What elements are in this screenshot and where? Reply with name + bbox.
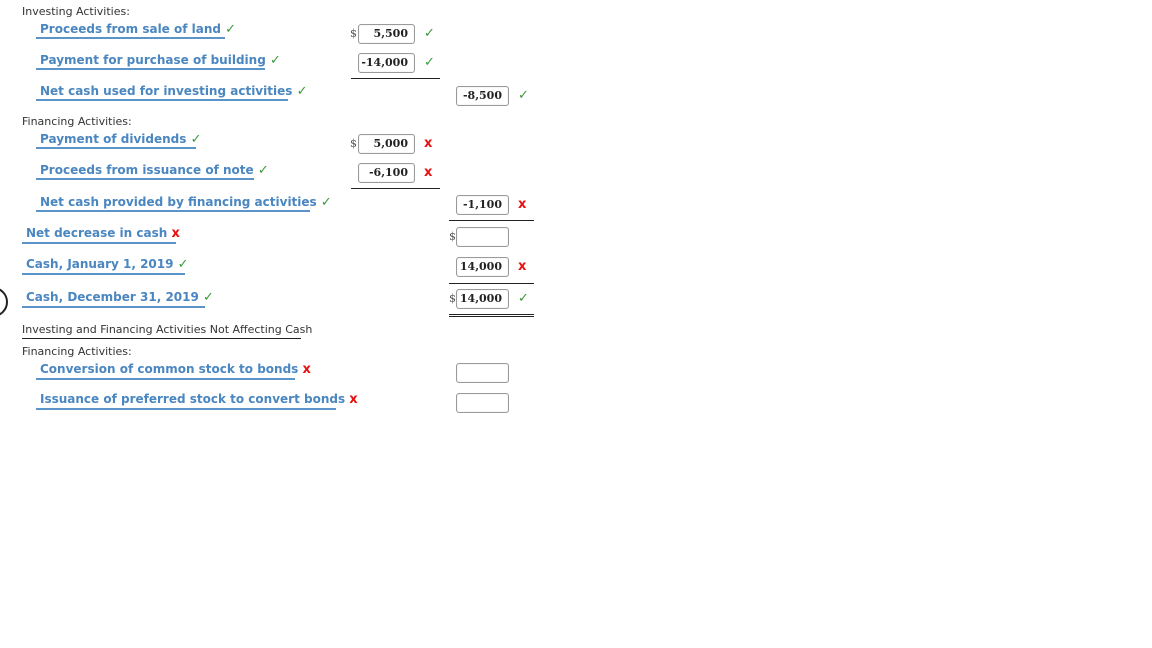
label-net-investing[interactable]: Net cash used for investing activities ✓ — [40, 84, 307, 99]
label-underline — [36, 210, 310, 212]
financing-header: Financing Activities: — [22, 115, 132, 128]
label-net-decrease[interactable]: Net decrease in cash x — [26, 226, 180, 241]
noncash-financing-header: Financing Activities: — [22, 345, 132, 358]
label-underline — [22, 306, 205, 308]
label-land[interactable]: Proceeds from sale of land ✓ — [40, 22, 236, 37]
label-underline — [36, 68, 265, 70]
label-underline — [22, 273, 185, 275]
note-value-input[interactable] — [358, 163, 415, 183]
check-icon: ✓ — [203, 290, 214, 305]
label-underline — [36, 147, 196, 149]
check-icon: ✓ — [296, 84, 308, 99]
x-icon: x — [349, 392, 358, 407]
x-icon: x — [302, 362, 311, 377]
subtotal-rule — [449, 220, 534, 221]
double-rule-bottom — [449, 316, 534, 317]
label-underline — [36, 408, 336, 410]
partial-circle-icon — [0, 287, 8, 317]
dollar-sign: $ — [350, 137, 357, 150]
x-icon: x — [424, 165, 433, 180]
dollar-sign: $ — [350, 27, 357, 40]
check-icon: ✓ — [225, 22, 237, 37]
check-icon: ✓ — [269, 53, 281, 68]
label-note[interactable]: Proceeds from issuance of note ✓ — [40, 163, 269, 178]
net-financing-value-input[interactable] — [456, 195, 509, 215]
label-cash-dec[interactable]: Cash, December 31, 2019 ✓ — [26, 290, 214, 305]
label-preferred[interactable]: Issuance of preferred stock to convert b… — [40, 392, 358, 407]
noncash-header: Investing and Financing Activities Not A… — [22, 323, 313, 336]
label-underline — [36, 99, 288, 101]
check-icon: ✓ — [257, 163, 269, 178]
dividends-value-input[interactable] — [358, 134, 415, 154]
noncash-header-rule — [22, 338, 301, 339]
cash-jan-value-input[interactable] — [456, 257, 509, 277]
label-underline — [36, 378, 295, 380]
subtotal-rule — [351, 188, 440, 189]
label-dividends[interactable]: Payment of dividends ✓ — [40, 132, 202, 147]
preferred-value-input[interactable] — [456, 393, 509, 413]
check-icon: ✓ — [518, 291, 529, 306]
label-underline — [36, 37, 225, 39]
check-icon: ✓ — [320, 195, 332, 210]
dollar-sign: $ — [449, 292, 456, 305]
conversion-value-input[interactable] — [456, 363, 509, 383]
subtotal-rule — [351, 78, 440, 79]
building-value-input[interactable] — [358, 53, 415, 73]
check-icon: ✓ — [518, 88, 529, 103]
label-conversion[interactable]: Conversion of common stock to bonds x — [40, 362, 311, 377]
check-icon: ✓ — [177, 257, 189, 272]
net-investing-value-input[interactable] — [456, 86, 509, 106]
subtotal-rule — [449, 283, 534, 284]
cash-dec-value-input[interactable] — [456, 289, 509, 309]
x-icon: x — [518, 259, 527, 274]
net-decrease-value-input[interactable] — [456, 227, 509, 247]
label-underline — [36, 178, 254, 180]
x-icon: x — [518, 197, 527, 212]
dollar-sign: $ — [449, 230, 456, 243]
check-icon: ✓ — [424, 26, 435, 41]
double-rule-top — [449, 314, 534, 315]
label-building[interactable]: Payment for purchase of building ✓ — [40, 53, 281, 68]
check-icon: ✓ — [190, 132, 202, 147]
land-value-input[interactable] — [358, 24, 415, 44]
x-icon: x — [171, 226, 180, 241]
label-underline — [22, 242, 176, 244]
x-icon: x — [424, 136, 433, 151]
label-net-financing[interactable]: Net cash provided by financing activitie… — [40, 195, 332, 210]
check-icon: ✓ — [424, 55, 435, 70]
investing-header: Investing Activities: — [22, 5, 130, 18]
label-cash-jan[interactable]: Cash, January 1, 2019 ✓ — [26, 257, 189, 272]
